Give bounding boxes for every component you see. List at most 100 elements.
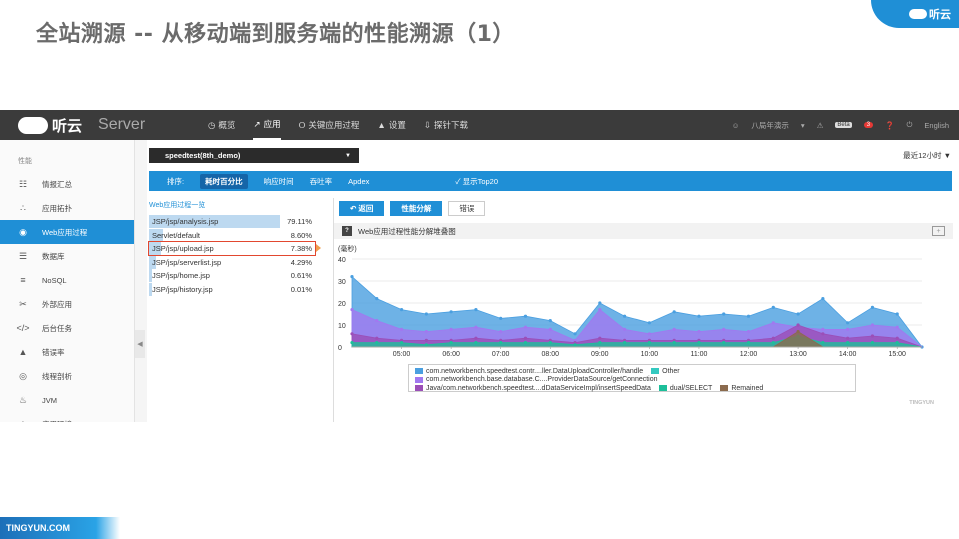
brand[interactable]: 听云 Server [0, 115, 200, 136]
help-icon[interactable]: ? [342, 226, 352, 236]
nav-item-3[interactable]: ▲ 设置 [377, 110, 405, 140]
data-point [598, 341, 602, 345]
sidebar-item-label: Web应用过程 [42, 227, 88, 237]
data-point [870, 341, 875, 345]
y-tick-label: 10 [338, 323, 346, 330]
legend-row: com.networkbench.speedtest.contr....ller… [415, 367, 849, 376]
power-icon[interactable]: ⏻ [906, 120, 912, 130]
data-point [746, 341, 751, 345]
nav-item-4[interactable]: ⇩ 探针下载 [424, 110, 468, 140]
download-icon: ⇩ [423, 119, 431, 130]
sort-label: 排序: [167, 176, 185, 186]
user-menu[interactable]: 八局年演示 [751, 120, 789, 131]
notification-badge[interactable]: 3 [863, 122, 874, 128]
sidebar-item-5[interactable]: ✂ 外部应用 [0, 292, 134, 316]
transaction-pct: 7.38% [290, 244, 312, 253]
chart-legend: com.networkbench.speedtest.contr....ller… [408, 364, 856, 392]
sidebar-item-0[interactable]: ☷ 情报汇总 [0, 172, 134, 196]
y-tick-label: 30 [338, 279, 346, 286]
nav-item-1[interactable]: ↗ 应用 [253, 110, 281, 140]
nav-item-0[interactable]: ◷ 概览 [208, 110, 235, 140]
data-point [672, 310, 676, 314]
app-window: 听云 Server ◷ 概览 ↗ 应用 ⭘ 关键应用过程 ▲ 设置 ⇩ 探针下载 ☺ 八局年演示 … [0, 110, 959, 422]
env-icon: ◈ [16, 419, 30, 423]
signal-icon: ◉ [19, 226, 27, 237]
errors-button[interactable]: 错误 [448, 201, 486, 216]
data-point [499, 341, 503, 345]
user-icon[interactable]: ☺ [732, 121, 740, 130]
expand-button[interactable]: + [932, 226, 945, 236]
data-point [895, 325, 899, 329]
app-selector[interactable]: speedtest(8th_demo) ▼ [149, 148, 359, 163]
sidebar-item-label: 数据库 [42, 251, 65, 261]
transaction-row[interactable]: JSP/jsp/serverlist.jsp 4.29% [149, 255, 315, 269]
bell-icon[interactable]: ⚠ [817, 121, 824, 130]
nav-item-2[interactable]: ⭘ 关键应用过程 [299, 110, 360, 140]
nav-item-label: 应用 [263, 119, 281, 129]
transaction-pct: 0.01% [290, 284, 312, 294]
transaction-row[interactable]: JSP/jsp/upload.jsp 7.38% [148, 241, 321, 256]
data-point [846, 321, 850, 325]
help-icon[interactable]: ❓ [885, 121, 894, 130]
sidebar-toggle-icon[interactable]: ◀ [135, 330, 145, 358]
data-point [449, 310, 453, 314]
data-point [796, 312, 800, 316]
grid-icon: ☷ [18, 178, 28, 189]
data-point [746, 330, 751, 334]
transaction-pct: 0.61% [290, 271, 312, 280]
sidebar-item-10[interactable]: ◈ 应用环境 [0, 412, 134, 423]
data-point [771, 321, 775, 325]
transaction-pct: 79.11% [287, 217, 312, 226]
data-point [474, 336, 478, 340]
sidebar-item-label: 情报汇总 [42, 179, 72, 189]
x-tick-label: 11:00 [690, 351, 707, 358]
back-button[interactable]: ↶ 返回 [339, 201, 385, 216]
sidebar-item-7[interactable]: ▲ 错误率 [0, 340, 134, 364]
legend-item[interactable]: Other [651, 368, 680, 375]
transaction-row[interactable]: JSP/jsp/analysis.jsp 79.11% [149, 215, 315, 228]
data-point [647, 321, 651, 325]
legend-item[interactable]: Java/com.networkbench.speedtest....dData… [415, 385, 651, 392]
sidebar-item-label: 后台任务 [42, 323, 72, 333]
sidebar-item-8[interactable]: ◎ 线程剖析 [0, 364, 134, 388]
legend-item[interactable]: dual/SELECT [658, 385, 712, 392]
sidebar-item-2[interactable]: ◉ Web应用过程 [0, 220, 134, 244]
data-point [846, 327, 850, 331]
stacked-area-chart: (毫秒) 0 10 20 30 40 05:00 06:00 07:00 08:00 09:00 10… [338, 244, 924, 358]
data-point [474, 308, 478, 312]
data-point [895, 312, 899, 316]
data-point [846, 336, 850, 340]
sidebar-item-6[interactable]: </> 后台任务 [0, 316, 134, 340]
breakdown-button[interactable]: 性能分解 [390, 201, 443, 216]
sidebar-item-3[interactable]: ☰ 数据库 [0, 244, 134, 268]
sort-option-0[interactable]: 耗时百分比 [200, 173, 248, 189]
legend-label: com.networkbench.speedtest.contr....ller… [426, 367, 644, 375]
top20-toggle[interactable]: ✓ 显示Top20 [455, 176, 498, 187]
legend-item[interactable]: Remained [720, 385, 763, 392]
sidebar-item-1[interactable]: ∴ 应用拓扑 [0, 196, 134, 220]
transaction-row[interactable]: JSP/jsp/history.jsp 0.01% [149, 282, 315, 296]
data-point [870, 323, 875, 327]
data-point [375, 336, 379, 340]
sort-option-1[interactable]: 响应时间 [264, 176, 294, 187]
language-switch[interactable]: English [924, 121, 949, 130]
data-point [548, 327, 552, 331]
sort-option-2[interactable]: 吞吐率 [310, 176, 333, 187]
data-point [895, 336, 899, 340]
legend-item[interactable]: com.networkbench.base.database.C....Prov… [415, 376, 658, 383]
legend-item[interactable]: com.networkbench.speedtest.contr....ller… [415, 368, 643, 375]
data-point [771, 341, 775, 345]
sidebar-item-4[interactable]: ≡ NoSQL [0, 268, 134, 292]
data-point [821, 297, 825, 301]
sort-option-3[interactable]: Apdex [348, 177, 369, 186]
data-point [350, 275, 354, 279]
data-point [771, 336, 775, 340]
time-range-select[interactable]: 最近12小时 ▼ [903, 150, 951, 161]
product-name: Server [98, 116, 146, 133]
transaction-row[interactable]: Servlet/default 8.60% [149, 228, 315, 242]
sidebar-item-9[interactable]: ♨ JVM [0, 388, 134, 412]
transaction-row[interactable]: JSP/jsp/home.jsp 0.61% [149, 269, 315, 282]
chevron-down-icon[interactable]: ▾ [801, 121, 805, 130]
nav-item-label: 概览 [218, 120, 236, 130]
y-tick-label: 40 [338, 257, 346, 264]
